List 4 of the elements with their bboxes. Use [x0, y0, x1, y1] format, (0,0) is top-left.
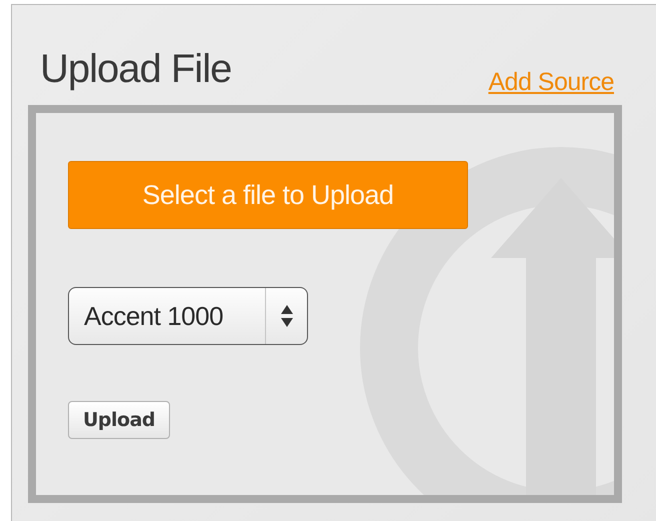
upload-button[interactable]: Upload	[68, 401, 170, 439]
stepper-arrows-icon	[280, 304, 294, 328]
panel-title: Upload File	[40, 49, 232, 93]
source-select[interactable]: Accent 1000	[68, 287, 308, 345]
